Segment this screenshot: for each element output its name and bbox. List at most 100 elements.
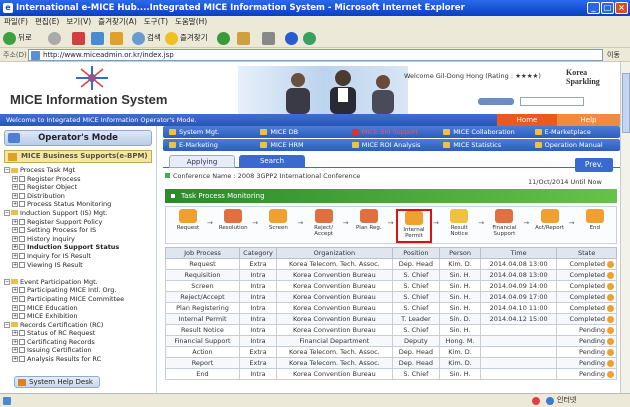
prev-button[interactable]: Prev.: [575, 158, 613, 172]
nav-link[interactable]: MICE Collaboration: [441, 126, 528, 138]
process-step[interactable]: Screen: [260, 209, 296, 243]
tree-item[interactable]: + MICE Education: [4, 304, 154, 313]
expand-toggle-icon[interactable]: −: [4, 321, 10, 328]
expand-toggle-icon[interactable]: +: [12, 227, 18, 234]
minimize-button[interactable]: _: [587, 2, 600, 14]
table-row[interactable]: Request Extra Korea Telecom. Tech. Assoc. D…: [165, 258, 617, 270]
go-button[interactable]: 이동: [607, 50, 620, 60]
expand-toggle-icon[interactable]: +: [12, 356, 18, 363]
business-support-menu[interactable]: MICE Business Supports(e-BPM): [4, 150, 152, 163]
nav-link[interactable]: E-Marketplace: [533, 126, 620, 138]
site-logo[interactable]: MICE Information System: [10, 92, 167, 107]
process-step[interactable]: Act/Report: [532, 209, 568, 243]
tree-item[interactable]: + Register Object: [4, 183, 154, 192]
maximize-button[interactable]: □: [601, 2, 614, 14]
expand-toggle-icon[interactable]: +: [12, 252, 18, 259]
nav-link[interactable]: MICE Bid Support: [350, 126, 437, 138]
table-row[interactable]: Action Extra Korea Telecom. Tech. Assoc. De…: [165, 346, 617, 358]
table-row[interactable]: Financial Support Intra Financial Departme…: [165, 335, 617, 347]
tree-item[interactable]: + Issuing Certification: [4, 346, 154, 355]
process-step[interactable]: Result Notice: [441, 209, 477, 243]
menu-item[interactable]: 보기(V): [66, 17, 91, 26]
print-button[interactable]: [262, 30, 277, 46]
expand-toggle-icon[interactable]: +: [12, 338, 18, 345]
tree-folder[interactable]: − Induction Support (IS) Mgt.: [4, 209, 154, 218]
home-icon-button[interactable]: [110, 30, 125, 46]
help-desk-button[interactable]: System Help Desk: [14, 376, 100, 388]
tree-item[interactable]: + Certificating Records: [4, 338, 154, 347]
header-search-input[interactable]: [520, 97, 584, 106]
expand-toggle-icon[interactable]: +: [12, 201, 18, 208]
process-step[interactable]: Financial Support: [486, 209, 522, 243]
expand-toggle-icon[interactable]: +: [12, 287, 18, 294]
process-step[interactable]: End: [577, 209, 613, 243]
tree-item[interactable]: + Participating MICE Committee: [4, 295, 154, 304]
tree-item[interactable]: + Distribution: [4, 192, 154, 201]
nav-link[interactable]: System Mgt.: [167, 126, 254, 138]
refresh-button[interactable]: [91, 30, 106, 46]
nav-link[interactable]: Operation Manual: [533, 139, 620, 151]
nav-link[interactable]: E-Marketing: [167, 139, 254, 151]
expand-toggle-icon[interactable]: −: [4, 167, 10, 173]
login-button[interactable]: [478, 98, 514, 105]
expand-toggle-icon[interactable]: −: [4, 209, 10, 216]
menu-item[interactable]: 도구(T): [144, 17, 168, 26]
help-link[interactable]: Help: [557, 114, 620, 126]
menu-item[interactable]: 편집(E): [35, 17, 59, 26]
nav-link[interactable]: MICE Statistics: [441, 139, 528, 151]
process-step[interactable]: Plan Reg.: [351, 209, 387, 243]
table-row[interactable]: Report Extra Korea Telecom. Tech. Assoc. De…: [165, 357, 617, 369]
tree-item[interactable]: + MICE Exhibition: [4, 312, 154, 321]
expand-toggle-icon[interactable]: +: [12, 261, 18, 268]
tree-folder[interactable]: − Records Certification (RC): [4, 321, 154, 330]
tree-item[interactable]: + Viewing IS Result: [4, 261, 154, 270]
tree-item[interactable]: + History Inquiry: [4, 235, 154, 244]
process-step[interactable]: Reject/ Accept: [306, 209, 342, 243]
address-input[interactable]: http://www.miceadmin.or.kr/index.jsp: [28, 49, 603, 61]
expand-toggle-icon[interactable]: +: [12, 235, 18, 242]
table-row[interactable]: Internal Permit Intra Korea Convention Bur…: [165, 313, 617, 325]
search-button[interactable]: 검색: [132, 30, 161, 46]
expand-toggle-icon[interactable]: +: [12, 244, 18, 251]
close-button[interactable]: ×: [615, 2, 628, 14]
history-button[interactable]: [217, 30, 232, 46]
tree-item[interactable]: + Participating MICE Intl. Org.: [4, 286, 154, 295]
forward-button[interactable]: [48, 30, 63, 46]
tree-item[interactable]: + Process Status Monitoring: [4, 200, 154, 209]
tools-button[interactable]: [303, 30, 318, 46]
menu-item[interactable]: 도움말(H): [175, 17, 207, 26]
nav-link[interactable]: MICE ROI Analysis: [350, 139, 437, 151]
menu-item[interactable]: 즐겨찾기(A): [98, 17, 137, 26]
table-row[interactable]: Screen Intra Korea Convention Bureau S. Chi…: [165, 280, 617, 292]
expand-toggle-icon[interactable]: +: [12, 330, 18, 337]
expand-toggle-icon[interactable]: +: [12, 347, 18, 354]
table-row[interactable]: End Intra Korea Convention Bureau S. Chief S…: [165, 368, 617, 380]
expand-toggle-icon[interactable]: +: [12, 184, 18, 191]
expand-toggle-icon[interactable]: +: [12, 218, 18, 225]
nav-link[interactable]: MICE DB: [258, 126, 345, 138]
expand-toggle-icon[interactable]: +: [12, 304, 18, 311]
process-step[interactable]: Request: [170, 209, 206, 243]
table-row[interactable]: Reject/Accept Intra Korea Convention Burea…: [165, 291, 617, 303]
messenger-button[interactable]: [285, 30, 300, 46]
favorites-button[interactable]: 즐겨찾기: [165, 30, 208, 46]
tab-search[interactable]: Search: [239, 155, 305, 168]
back-button[interactable]: 뒤로: [3, 30, 32, 46]
menu-item[interactable]: 파일(F): [4, 17, 28, 26]
tree-item[interactable]: + Register Support Policy: [4, 218, 154, 227]
scroll-thumb[interactable]: [622, 73, 630, 133]
tree-item[interactable]: + Status of RC Request: [4, 329, 154, 338]
expand-toggle-icon[interactable]: +: [12, 313, 18, 320]
tree-item[interactable]: + Setting Process for IS: [4, 226, 154, 235]
expand-toggle-icon[interactable]: +: [12, 175, 18, 182]
expand-toggle-icon[interactable]: +: [12, 192, 18, 199]
process-step[interactable]: Resolution: [215, 209, 251, 243]
expand-toggle-icon[interactable]: +: [12, 295, 18, 302]
table-row[interactable]: Requisition Intra Korea Convention Bureau S…: [165, 269, 617, 281]
tree-item[interactable]: + Induction Support Status: [4, 243, 154, 252]
mail-button[interactable]: [237, 30, 252, 46]
process-step[interactable]: Internal Permit: [396, 209, 432, 243]
tree-folder[interactable]: − Process Task Mgt: [4, 166, 154, 175]
stop-button[interactable]: [72, 30, 87, 46]
table-row[interactable]: Plan Registering Intra Korea Convention Bu…: [165, 302, 617, 314]
